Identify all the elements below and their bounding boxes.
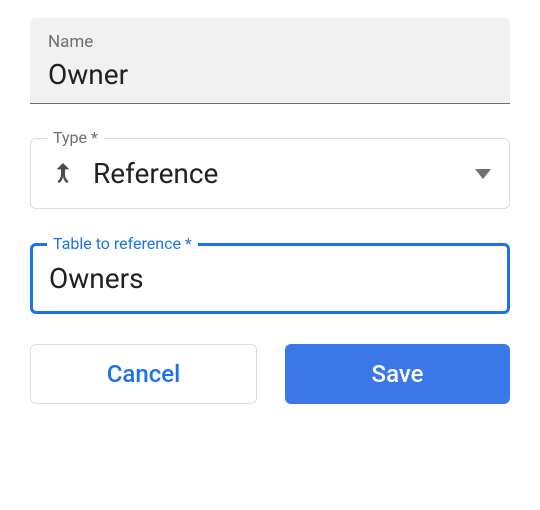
table-reference-label: Table to reference * bbox=[47, 234, 198, 253]
table-reference-value: Owners bbox=[49, 262, 491, 295]
name-input[interactable]: Name Owner bbox=[30, 18, 510, 104]
merge-icon bbox=[49, 161, 77, 187]
name-label: Name bbox=[48, 32, 492, 52]
type-value: Reference bbox=[93, 157, 475, 190]
type-select[interactable]: Type * Reference bbox=[30, 138, 510, 209]
name-value: Owner bbox=[48, 58, 492, 91]
button-row: Cancel Save bbox=[30, 344, 510, 404]
save-button[interactable]: Save bbox=[285, 344, 510, 404]
type-label: Type * bbox=[47, 128, 104, 147]
chevron-down-icon bbox=[475, 164, 491, 183]
cancel-button[interactable]: Cancel bbox=[30, 344, 257, 404]
table-reference-select[interactable]: Table to reference * Owners bbox=[30, 243, 510, 314]
